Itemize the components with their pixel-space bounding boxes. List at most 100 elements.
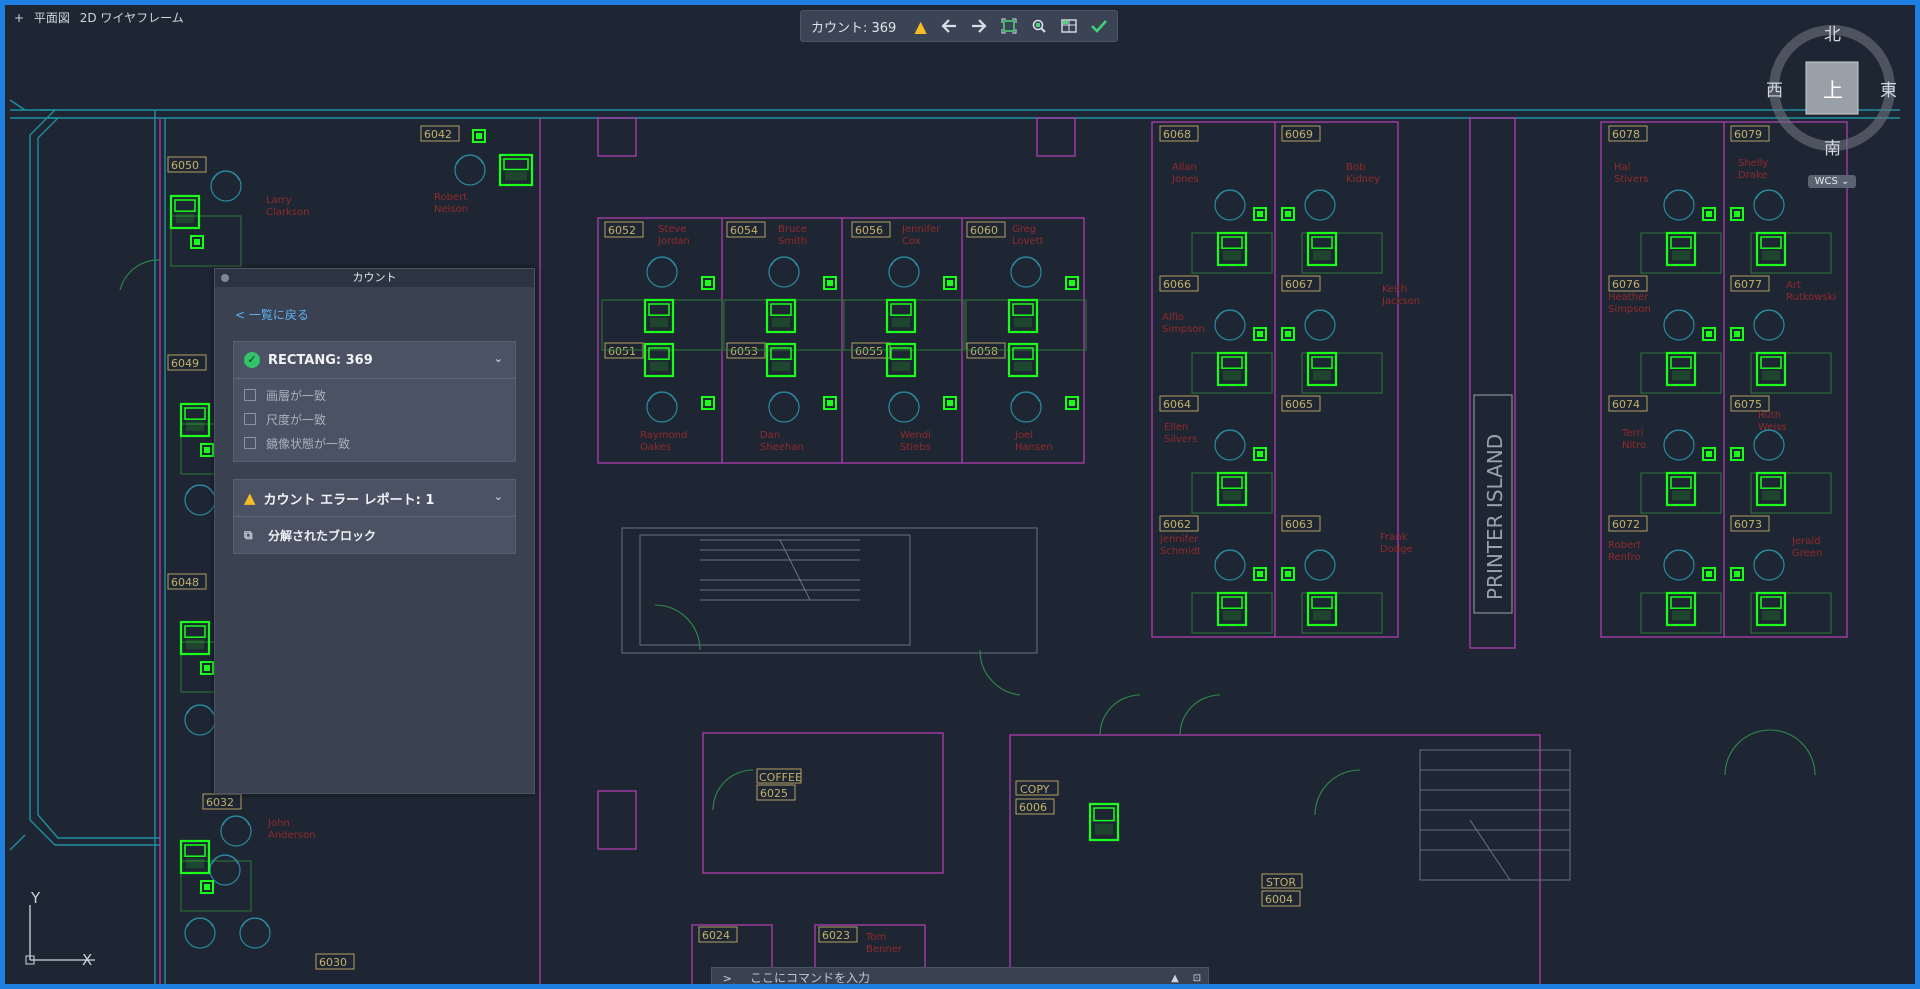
ucs-x-label: X [82, 951, 92, 969]
viewcube-top-face[interactable]: 上 [1823, 74, 1843, 103]
room-number: 6072 [1612, 518, 1640, 531]
room-number: 6060 [970, 224, 998, 237]
printer-island-label: PRINTER ISLAND [1483, 434, 1507, 600]
arrow-right-icon[interactable] [971, 17, 987, 35]
room-number: 6023 [822, 929, 850, 942]
occupant-name: Shelly Drake [1738, 158, 1768, 181]
occupant-name: Bruce Smith [778, 224, 807, 247]
occupant-name: Wendi Stiebs [900, 430, 931, 453]
room-number: 6049 [171, 357, 199, 370]
wcs-menu[interactable]: WCS ⌄ [1808, 175, 1856, 188]
checkbox[interactable] [244, 389, 256, 401]
rectang-count-card: ✓ RECTANG: 369 ⌄ 画層が一致 尺度が一致 鏡像状態が一致 [233, 341, 516, 462]
viewcube-north[interactable]: 北 [1824, 20, 1841, 45]
close-icon[interactable] [221, 274, 229, 282]
room-number: 6063 [1285, 518, 1313, 531]
occupant-name: Robert Renfro [1608, 540, 1641, 563]
room-number: 6078 [1612, 128, 1640, 141]
wcs-label: WCS [1814, 176, 1838, 187]
count-error-title: カウント エラー レポート: 1 [263, 492, 435, 508]
viewport-plus-button[interactable]: + [14, 11, 24, 25]
room-number: 6055 [855, 345, 883, 358]
room-number: 6051 [608, 345, 636, 358]
exploded-block-label: 分解されたブロック [268, 528, 377, 543]
room-number: 6069 [1285, 128, 1313, 141]
scale-match-option[interactable]: 尺度が一致 [234, 407, 515, 431]
checkbox[interactable] [244, 413, 256, 425]
viewport-controls[interactable]: + 平面図 2D ワイヤフレーム [14, 9, 190, 26]
zoom-extents-icon[interactable] [1001, 17, 1017, 35]
room-number: 6077 [1734, 278, 1762, 291]
checkbox[interactable] [244, 437, 256, 449]
command-prompt-icon[interactable]: >_ [712, 972, 748, 985]
room-number: 6032 [206, 796, 234, 809]
viewcube[interactable]: 北 南 東 西 上 [1766, 18, 1897, 159]
check-icon[interactable] [1091, 17, 1107, 35]
room-number: 6056 [855, 224, 883, 237]
room-number: 6004 [1265, 893, 1293, 906]
room-number: 6058 [970, 345, 998, 358]
find-icon[interactable] [1031, 17, 1047, 35]
layer-match-option[interactable]: 画層が一致 [234, 383, 515, 407]
warning-icon[interactable]: ▲ [914, 17, 927, 36]
palette-title: カウント [352, 271, 397, 284]
occupant-name: Heather Simpson [1608, 292, 1651, 315]
check-label: 画層が一致 [266, 388, 327, 403]
room-number: 6025 [760, 787, 788, 800]
viewcube-east[interactable]: 東 [1880, 76, 1897, 101]
rectang-count-header[interactable]: ✓ RECTANG: 369 ⌄ [234, 342, 515, 379]
room-number: 6067 [1285, 278, 1313, 291]
occupant-name: Jennifer Schmidt [1159, 534, 1201, 557]
count-toolbar: カウント: 369 ▲ [800, 10, 1118, 42]
view-name[interactable]: 平面図 [34, 11, 70, 25]
count-error-header[interactable]: ▲ カウント エラー レポート: 1 ⌄ [234, 480, 515, 517]
room-number: 6030 [319, 956, 347, 969]
room-number: 6076 [1612, 278, 1640, 291]
room-number: 6052 [608, 224, 636, 237]
check-label: 尺度が一致 [266, 412, 327, 427]
room-number: 6074 [1612, 398, 1640, 411]
occupant-name: Allan Jones [1171, 162, 1199, 185]
command-line: >_ ▲ ⊡ [711, 967, 1209, 989]
check-circle-icon: ✓ [244, 352, 260, 368]
occupant-name: Robert Nelson [434, 192, 468, 215]
occupant-name: Jerald Green [1791, 536, 1822, 559]
chevron-down-icon[interactable]: ⌄ [494, 490, 503, 503]
command-input[interactable] [748, 970, 1164, 986]
room-number: 6042 [424, 128, 452, 141]
table-icon[interactable] [1061, 17, 1077, 35]
room-number: 6048 [171, 576, 199, 589]
command-lock-icon[interactable]: ⊡ [1186, 973, 1208, 984]
room-number: 6024 [702, 929, 730, 942]
viewcube-south[interactable]: 南 [1824, 134, 1841, 159]
count-error-card: ▲ カウント エラー レポート: 1 ⌄ ⧉ 分解されたブロック [233, 479, 516, 554]
command-history-icon[interactable]: ▲ [1164, 973, 1186, 984]
room-number: 6006 [1019, 801, 1047, 814]
check-label: 鏡像状態が一致 [266, 436, 351, 451]
visual-style[interactable]: 2D ワイヤフレーム [80, 11, 184, 25]
arrow-left-icon[interactable] [941, 17, 957, 35]
room-number: 6068 [1163, 128, 1191, 141]
mirror-match-option[interactable]: 鏡像状態が一致 [234, 431, 515, 455]
room-number: 6065 [1285, 398, 1313, 411]
chevron-down-icon[interactable]: ⌄ [494, 352, 503, 365]
room-number: 6073 [1734, 518, 1762, 531]
room-number: 6050 [171, 159, 199, 172]
exploded-block-item[interactable]: ⧉ 分解されたブロック [234, 517, 515, 553]
stor-label: STOR [1266, 876, 1296, 889]
copy-label: COPY [1020, 783, 1050, 796]
viewcube-west[interactable]: 西 [1766, 76, 1783, 101]
room-number: 6064 [1163, 398, 1191, 411]
room-number: 6066 [1163, 278, 1191, 291]
palette-titlebar[interactable]: カウント [215, 269, 534, 287]
room-number: 6054 [730, 224, 758, 237]
back-to-list-link[interactable]: < 一覧に戻る [235, 306, 309, 323]
block-icon: ⧉ [244, 528, 253, 542]
occupant-name: Terri Nitro [1621, 428, 1646, 451]
ucs-icon: Y X [25, 890, 95, 969]
room-number: 6053 [730, 345, 758, 358]
room-number: 6062 [1163, 518, 1191, 531]
occupant-name: Steve Jordan [657, 224, 690, 247]
coffee-label: COFFEE [759, 771, 802, 784]
rectang-count-title: RECTANG: 369 [268, 352, 373, 368]
